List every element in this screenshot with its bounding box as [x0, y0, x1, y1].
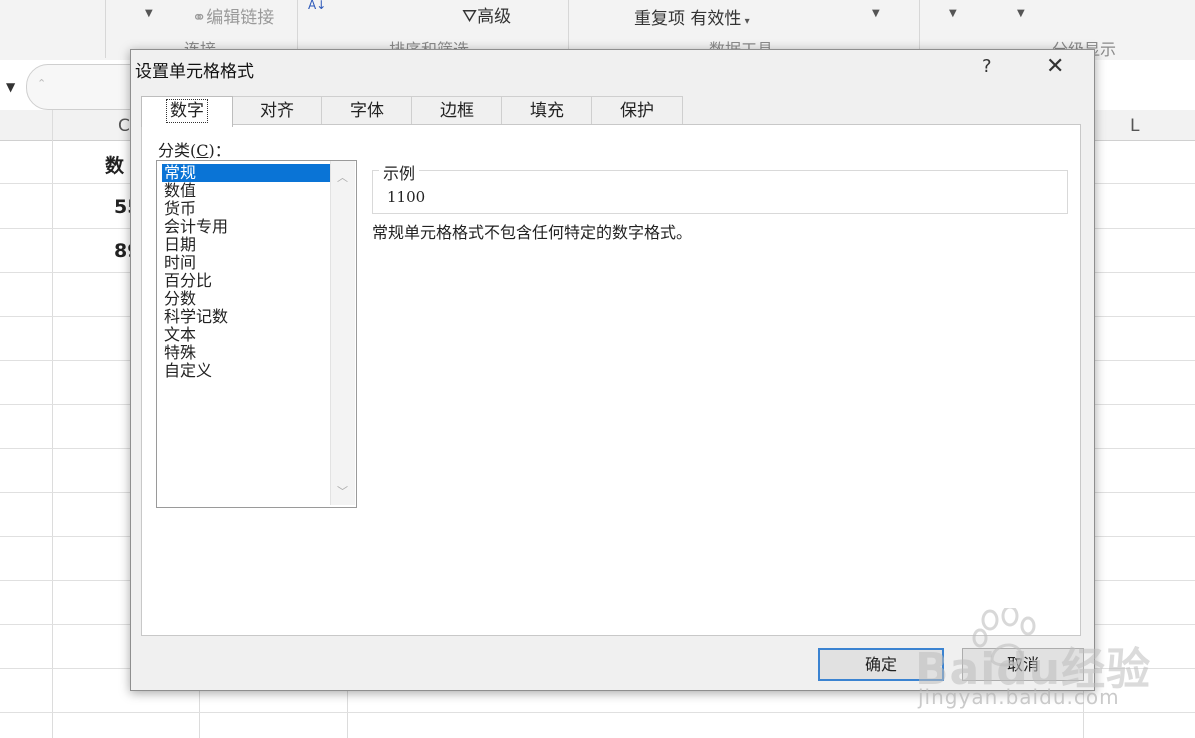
category-item-date[interactable]: 日期: [162, 236, 332, 254]
advanced-label: 高级: [477, 7, 512, 27]
tab-label: 对齐: [260, 101, 294, 121]
scroll-down-icon[interactable]: ﹀: [337, 483, 348, 499]
sample-label: 示例: [379, 160, 420, 184]
link-icon: ⚭: [192, 8, 207, 28]
category-item-fraction[interactable]: 分数: [162, 290, 332, 308]
category-item-text[interactable]: 文本: [162, 326, 332, 344]
tab-protection[interactable]: 保护: [591, 96, 683, 125]
category-label-text: 分类: [158, 141, 191, 160]
column-header-l[interactable]: L: [1130, 116, 1139, 136]
close-icon[interactable]: ✕: [1046, 54, 1064, 79]
category-item-percentage[interactable]: 百分比: [162, 272, 332, 290]
category-item-time[interactable]: 时间: [162, 254, 332, 272]
tab-number[interactable]: 数字: [141, 96, 233, 127]
tab-alignment[interactable]: 对齐: [231, 96, 323, 125]
category-item-general[interactable]: 常规: [162, 164, 332, 182]
data-tools-label: 重复项 有效性: [634, 9, 742, 29]
dropdown-caret-icon[interactable]: ▼: [145, 8, 153, 19]
column-header-c[interactable]: C: [118, 116, 130, 136]
data-tools-buttons[interactable]: 重复项 有效性 ▾: [634, 4, 750, 29]
cell-header[interactable]: 数: [105, 151, 124, 178]
category-item-custom[interactable]: 自定义: [162, 362, 332, 380]
tab-label: 数字: [166, 99, 208, 123]
dropdown-caret-icon[interactable]: ▼: [1017, 8, 1025, 19]
scroll-up-icon[interactable]: ︿: [337, 169, 348, 185]
filter-icon: ⛛: [462, 6, 478, 27]
tab-label: 保护: [620, 101, 654, 121]
category-item-scientific[interactable]: 科学记数: [162, 308, 332, 326]
help-icon[interactable]: ?: [982, 56, 992, 77]
edit-links-label: 编辑链接: [206, 8, 275, 28]
grid-line: [52, 110, 53, 738]
sample-value: 1100: [387, 188, 426, 206]
category-item-accounting[interactable]: 会计专用: [162, 218, 332, 236]
grid-line: [0, 712, 1195, 713]
expand-icon[interactable]: ⌃: [37, 77, 46, 90]
sort-icon[interactable]: A↓: [308, 0, 326, 12]
tab-font[interactable]: 字体: [321, 96, 413, 125]
ribbon-separator: [105, 0, 106, 58]
dialog-title: 设置单元格格式: [135, 62, 254, 82]
tab-fill[interactable]: 填充: [501, 96, 593, 125]
format-description: 常规单元格格式不包含任何特定的数字格式。: [372, 223, 693, 242]
category-hotkey: C: [196, 141, 209, 160]
sample-groupbox: [372, 170, 1068, 214]
advanced-filter-button[interactable]: ⛛高级: [462, 2, 511, 27]
category-item-number[interactable]: 数值: [162, 182, 332, 200]
dropdown-caret-icon[interactable]: ▼: [872, 8, 880, 19]
category-item-currency[interactable]: 货币: [162, 200, 332, 218]
category-label: 分类(C)：: [158, 141, 231, 160]
tab-border[interactable]: 边框: [411, 96, 503, 125]
tab-label: 边框: [440, 101, 474, 121]
namebox-dropdown-icon[interactable]: ▼: [6, 80, 15, 94]
tab-label: 字体: [350, 101, 384, 121]
tab-label: 填充: [530, 101, 564, 121]
category-listbox[interactable]: 常规 数值 货币 会计专用 日期 时间 百分比 分数 科学记数 文本 特殊 自定…: [156, 160, 357, 508]
category-item-special[interactable]: 特殊: [162, 344, 332, 362]
watermark-url: jingyan.baidu.com: [918, 685, 1120, 709]
category-scrollbar[interactable]: ︿ ﹀: [330, 161, 355, 505]
edit-links-button[interactable]: ⚭编辑链接: [192, 3, 274, 28]
dropdown-caret-icon[interactable]: ▼: [949, 8, 957, 19]
